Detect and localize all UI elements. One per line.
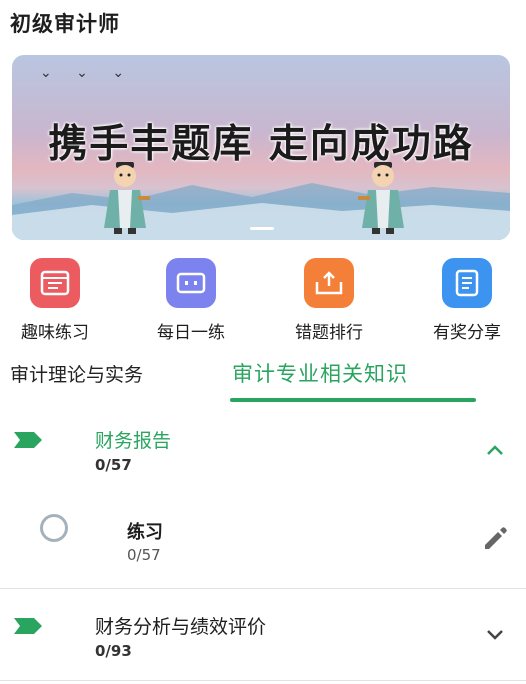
chapter-flag-icon — [14, 432, 42, 448]
quick-item-reward-share[interactable]: 有奖分享 — [412, 258, 522, 343]
tab-audit-theory-practice[interactable]: 审计理论与实务 — [10, 360, 143, 387]
chapter-title: 财务报告 — [95, 430, 172, 452]
fun-practice-icon — [30, 258, 80, 308]
subject-tabs: 审计理论与实务 审计专业相关知识 — [0, 356, 526, 404]
quick-label: 错题排行 — [295, 323, 363, 343]
progress-circle-icon — [40, 514, 68, 542]
exercise-item[interactable]: 练习 0/57 — [0, 500, 526, 586]
chapter-progress: 0/57 — [95, 456, 132, 474]
exercise-title: 练习 — [127, 522, 163, 543]
quick-item-daily-practice[interactable]: 每日一练 — [136, 258, 246, 343]
quick-menu: 趣味练习 每日一练 错题排行 有奖分享 — [0, 258, 526, 348]
banner-carousel[interactable]: ⌄ ⌄ ⌄ 携手丰题库 走向成功路 — [12, 55, 510, 240]
chapter-progress: 0/93 — [95, 642, 132, 660]
quick-item-wrong-ranking[interactable]: 错题排行 — [274, 258, 384, 343]
chapter-item-financial-analysis[interactable]: 财务分析与绩效评价 0/93 — [0, 606, 526, 676]
pencil-icon[interactable] — [480, 524, 510, 554]
carousel-page-indicator — [250, 227, 274, 230]
cartoon-scholar-left — [104, 162, 150, 234]
chevron-down-icon[interactable] — [486, 628, 504, 640]
chapter-flag-icon — [14, 618, 42, 634]
banner-slogan: 携手丰题库 走向成功路 — [48, 121, 474, 167]
quick-label: 有奖分享 — [433, 323, 501, 343]
divider — [0, 588, 526, 589]
reward-share-icon — [442, 258, 492, 308]
exercise-progress: 0/57 — [127, 546, 161, 564]
quick-item-fun-practice[interactable]: 趣味练习 — [0, 258, 110, 343]
daily-practice-icon — [166, 258, 216, 308]
wrong-ranking-icon — [304, 258, 354, 308]
quick-label: 趣味练习 — [21, 323, 89, 343]
chapter-title: 财务分析与绩效评价 — [95, 616, 267, 638]
birds-decoration: ⌄ ⌄ ⌄ — [40, 65, 135, 81]
chapter-item-financial-report[interactable]: 财务报告 0/57 — [0, 420, 526, 500]
chevron-up-icon[interactable] — [486, 444, 504, 456]
active-tab-indicator — [230, 398, 476, 402]
quick-label: 每日一练 — [157, 323, 225, 343]
divider — [0, 680, 526, 681]
cartoon-scholar-right — [358, 162, 404, 234]
app-title: 初级审计师 — [10, 12, 120, 36]
tab-audit-professional-knowledge[interactable]: 审计专业相关知识 — [232, 358, 408, 388]
